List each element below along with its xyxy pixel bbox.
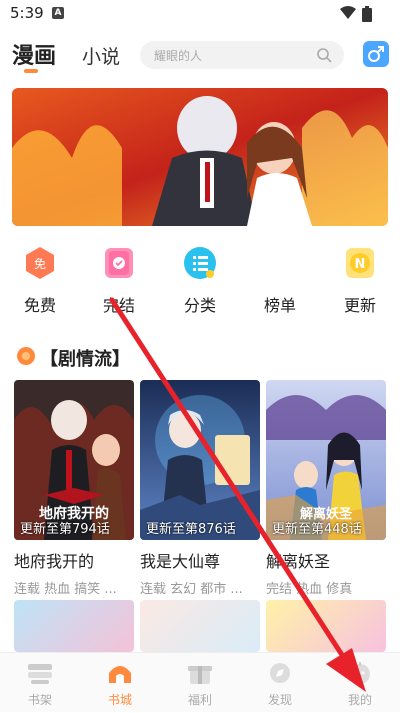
comic-title: 地府我开的	[14, 552, 95, 571]
comic-title: 我是大仙尊	[140, 552, 221, 571]
profile-icon	[350, 662, 370, 684]
update-label: 更新至第448话	[272, 522, 362, 537]
bookstore-icon	[109, 666, 131, 683]
gender-switch-button[interactable]	[363, 41, 389, 67]
nav-profile[interactable]: 我的	[320, 653, 400, 713]
update-label: 更新至第876话	[146, 522, 236, 537]
comic-card[interactable]: 解离妖圣 更新至第448话 解离妖圣 完结 热血 修真	[266, 380, 386, 597]
nav-bookstore[interactable]: 书城	[80, 653, 160, 713]
comic-tags: 连载 玄幻 都市 ...	[140, 582, 243, 597]
active-tab-indicator	[24, 69, 38, 73]
bookshelf-icon	[28, 664, 52, 684]
svg-text:N: N	[355, 257, 366, 272]
bottom-nav: 书架 书城 福利 发现 我的	[0, 652, 400, 712]
comic-card-partial[interactable]	[140, 600, 260, 652]
nav-label: 书城	[107, 693, 132, 707]
update-label: 更新至第794话	[20, 522, 110, 537]
comic-card-partial[interactable]	[266, 600, 386, 652]
svg-text:免: 免	[34, 256, 46, 271]
search-icon	[317, 48, 332, 63]
status-bar: 5:39 A	[0, 0, 400, 28]
nav-label: 书架	[27, 693, 52, 707]
discover-icon	[270, 663, 290, 683]
nav-welfare[interactable]: 福利	[160, 653, 240, 713]
banner-artwork	[12, 88, 388, 226]
category-label: 分类	[183, 296, 216, 315]
search-input[interactable]: 耀眼的人	[140, 41, 344, 69]
new-badge-icon: N	[343, 246, 377, 280]
nav-bookshelf[interactable]: 书架	[0, 653, 80, 713]
comic-card[interactable]: 更新至第876话 我是大仙尊 连载 玄幻 都市 ...	[140, 380, 260, 597]
category-label: 完结	[102, 296, 135, 315]
section-title: 【剧情流】	[40, 349, 130, 370]
battery-icon	[362, 6, 372, 22]
comic-card[interactable]: 地府我开的 更新至第794话 地府我开的 连载 热血 搞笑 ...	[14, 380, 134, 597]
category-label: 免费	[23, 296, 56, 315]
category-genre[interactable]: 分类	[170, 246, 230, 316]
male-symbol-icon	[368, 46, 384, 62]
tab-comic[interactable]: 漫画	[12, 38, 56, 70]
list-icon	[183, 246, 217, 280]
category-free[interactable]: 免 免费	[10, 246, 70, 316]
gift-icon	[188, 666, 212, 684]
banner-carousel[interactable]	[12, 88, 388, 226]
book-check-icon	[102, 246, 136, 280]
comic-cover: 更新至第876话	[140, 380, 260, 540]
comic-card-partial[interactable]	[14, 600, 134, 652]
nav-discover[interactable]: 发现	[240, 653, 320, 713]
category-updates[interactable]: N 更新	[330, 246, 390, 316]
tab-novel[interactable]: 小说	[82, 42, 120, 69]
status-time: 5:39	[10, 4, 44, 22]
nav-label: 发现	[267, 693, 292, 707]
comic-tags: 完结 热血 修真	[266, 582, 353, 597]
nav-label: 福利	[187, 693, 212, 707]
section-icon	[17, 347, 35, 365]
comic-cover: 解离妖圣 更新至第448话	[266, 380, 386, 540]
category-label: 更新	[343, 296, 376, 315]
category-completed[interactable]: 完结	[89, 246, 149, 316]
nav-label: 我的	[347, 693, 372, 707]
free-icon: 免	[23, 246, 57, 280]
notification-icon: A	[52, 7, 64, 19]
search-placeholder: 耀眼的人	[154, 49, 203, 63]
comic-title: 解离妖圣	[266, 552, 331, 571]
category-label: 榜单	[263, 296, 296, 315]
ranking-icon	[263, 246, 297, 280]
comic-cover: 地府我开的 更新至第794话	[14, 380, 134, 540]
wifi-icon	[340, 6, 356, 19]
category-ranking[interactable]: 榜单	[250, 246, 310, 316]
comic-tags: 连载 热血 搞笑 ...	[14, 582, 117, 597]
